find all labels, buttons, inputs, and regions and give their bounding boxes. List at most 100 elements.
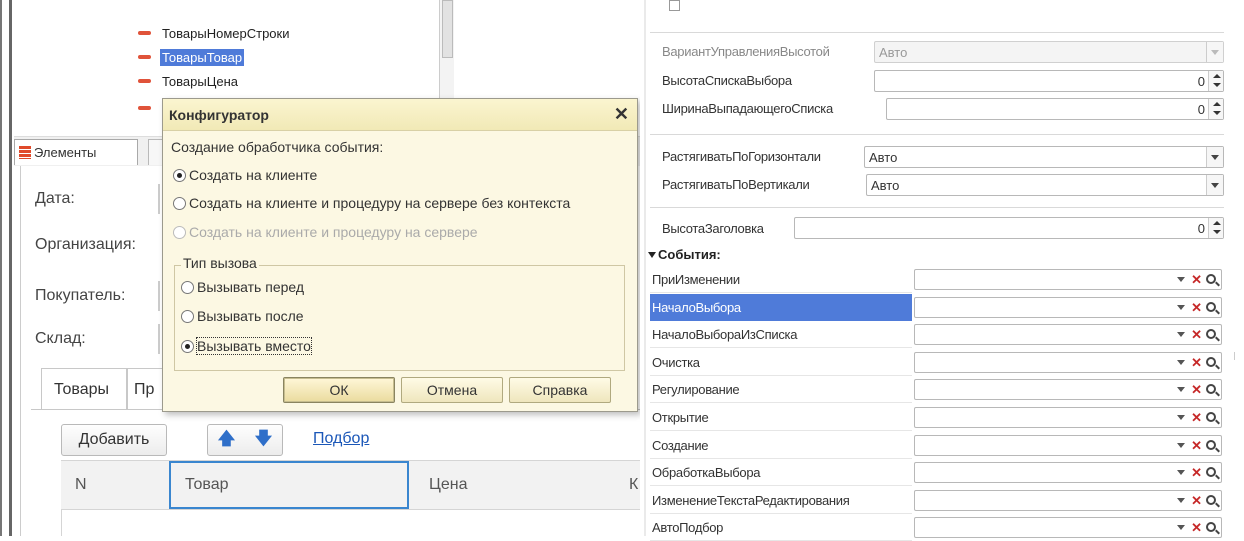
event-handler-field[interactable]: ✕ (914, 352, 1222, 373)
radio-create-client[interactable]: Создать на клиенте (173, 167, 317, 183)
search-icon[interactable] (1206, 356, 1216, 367)
close-icon[interactable]: ✕ (614, 105, 629, 123)
chevron-down-icon[interactable] (1177, 277, 1186, 282)
chevron-down-icon[interactable] (1177, 387, 1186, 392)
spinner-icon[interactable] (1208, 218, 1223, 238)
tree-item[interactable]: ТоварыЦена (138, 71, 240, 91)
arrow-down-icon[interactable]: 🡇 (255, 426, 272, 455)
chevron-down-icon[interactable] (1177, 360, 1186, 365)
tree-item-selected[interactable]: ТоварыТовар (138, 47, 245, 67)
search-icon[interactable] (1206, 301, 1216, 312)
checkbox-icon[interactable] (669, 0, 681, 11)
clear-icon[interactable]: ✕ (1191, 411, 1202, 424)
stretch-vertical-select[interactable]: Авто (866, 174, 1224, 196)
stretch-horizontal-select[interactable]: Авто (864, 146, 1224, 168)
radio-call-before[interactable]: Вызывать перед (181, 279, 304, 295)
event-row[interactable]: ИзменениеТекстаРедактирования ✕ (650, 487, 1224, 514)
clear-icon[interactable]: ✕ (1191, 356, 1202, 369)
chevron-down-icon[interactable] (1177, 525, 1186, 530)
radio-create-client-server-nocontext[interactable]: Создать на клиенте и процедуру на сервер… (173, 195, 570, 211)
event-label[interactable]: АвтоПодбор (650, 514, 912, 541)
chevron-down-icon[interactable] (1177, 470, 1186, 475)
choice-list-height-input[interactable]: 0 (874, 70, 1224, 92)
search-icon[interactable] (1206, 494, 1216, 505)
spinner-icon[interactable] (1208, 99, 1223, 119)
clear-icon[interactable]: ✕ (1191, 328, 1202, 341)
column-price[interactable]: Цена (429, 461, 467, 509)
radio-icon[interactable] (181, 280, 194, 294)
clear-icon[interactable]: ✕ (1191, 383, 1202, 396)
tab-goods[interactable]: Товары (41, 368, 127, 410)
radio-call-instead[interactable]: Вызывать вместо (181, 337, 312, 355)
ok-button[interactable]: ОК (283, 377, 395, 403)
event-label[interactable]: НачалоВыбора (650, 294, 912, 321)
event-handler-field[interactable]: ✕ (914, 324, 1222, 345)
grid-body[interactable] (61, 510, 640, 536)
clear-icon[interactable]: ✕ (1191, 273, 1202, 286)
radio-checked-icon[interactable] (181, 339, 194, 353)
radio-call-after[interactable]: Вызывать после (181, 308, 304, 324)
event-row[interactable]: АвтоПодбор ✕ (650, 514, 1224, 541)
event-handler-field[interactable]: ✕ (914, 462, 1222, 483)
event-row[interactable]: Регулирование ✕ (650, 376, 1224, 403)
chevron-down-icon[interactable] (1206, 175, 1223, 195)
radio-icon[interactable] (181, 309, 194, 323)
cancel-button[interactable]: Отмена (401, 377, 503, 403)
pick-link[interactable]: Подбор (313, 430, 369, 448)
clear-icon[interactable]: ✕ (1191, 494, 1202, 507)
tab-elements[interactable]: Элементы (14, 139, 138, 165)
scrollbar-thumb[interactable] (442, 0, 453, 58)
event-label[interactable]: Открытие (650, 404, 912, 431)
event-row[interactable]: Открытие ✕ (650, 404, 1224, 431)
event-handler-field[interactable]: ✕ (914, 379, 1222, 400)
search-icon[interactable] (1206, 328, 1216, 339)
clear-icon[interactable]: ✕ (1191, 466, 1202, 479)
search-icon[interactable] (1206, 411, 1216, 422)
event-label[interactable]: ПриИзменении (650, 266, 912, 293)
dropdown-width-input[interactable]: 0 (886, 98, 1224, 120)
event-label[interactable]: Очистка (650, 349, 912, 376)
arrow-up-icon[interactable]: 🡅 (218, 426, 235, 455)
clear-icon[interactable]: ✕ (1191, 521, 1202, 534)
event-row[interactable]: Создание ✕ (650, 432, 1224, 459)
radio-checked-icon[interactable] (173, 168, 186, 182)
radio-icon[interactable] (173, 196, 186, 210)
event-row[interactable]: НачалоВыбораИзСписка ✕ (650, 321, 1224, 348)
column-quantity[interactable]: К (629, 461, 638, 509)
search-icon[interactable] (1206, 273, 1216, 284)
event-handler-field[interactable]: ✕ (914, 490, 1222, 511)
event-label[interactable]: НачалоВыбораИзСписка (650, 321, 912, 348)
event-handler-field[interactable]: ✕ (914, 297, 1222, 318)
event-label[interactable]: Создание (650, 432, 912, 459)
add-button[interactable]: Добавить (61, 424, 167, 456)
event-row[interactable]: НачалоВыбора ✕ (650, 294, 1224, 321)
event-handler-field[interactable]: ✕ (914, 517, 1222, 538)
column-goods[interactable]: Товар (169, 461, 409, 509)
event-handler-field[interactable]: ✕ (914, 435, 1222, 456)
header-height-input[interactable]: 0 (794, 217, 1224, 239)
chevron-down-icon[interactable] (1177, 305, 1186, 310)
clear-icon[interactable]: ✕ (1191, 301, 1202, 314)
event-label[interactable]: ОбработкаВыбора (650, 459, 912, 486)
search-icon[interactable] (1206, 521, 1216, 532)
tree-item[interactable]: ТоварыНомерСтроки (138, 23, 292, 43)
tab-other[interactable]: Пр (127, 368, 167, 410)
column-n[interactable]: N (75, 461, 87, 509)
chevron-down-icon[interactable] (1177, 498, 1186, 503)
event-label[interactable]: Регулирование (650, 376, 912, 403)
search-icon[interactable] (1206, 439, 1216, 450)
event-label[interactable]: ИзменениеТекстаРедактирования (650, 487, 912, 514)
events-section-header[interactable]: События: (648, 247, 721, 262)
event-row[interactable]: Очистка ✕ (650, 349, 1224, 376)
chevron-down-icon[interactable] (1177, 443, 1186, 448)
help-button[interactable]: Справка (509, 377, 611, 403)
search-icon[interactable] (1206, 466, 1216, 477)
event-handler-field[interactable]: ✕ (914, 407, 1222, 428)
event-row[interactable]: ПриИзменении ✕ (650, 266, 1224, 293)
chevron-down-icon[interactable] (1206, 147, 1223, 167)
event-handler-field[interactable]: ✕ (914, 269, 1222, 290)
chevron-down-icon[interactable] (1177, 332, 1186, 337)
clear-icon[interactable]: ✕ (1191, 439, 1202, 452)
spinner-icon[interactable] (1208, 71, 1223, 91)
event-row[interactable]: ОбработкаВыбора ✕ (650, 459, 1224, 486)
